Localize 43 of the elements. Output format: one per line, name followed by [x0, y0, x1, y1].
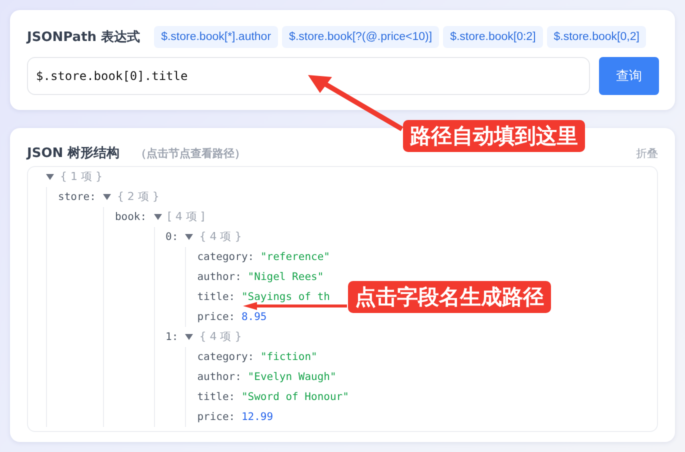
- tree-value: "Sword of Honour": [241, 391, 349, 403]
- hint-text: （点击节点查看路径）: [136, 146, 247, 161]
- caret-icon[interactable]: [185, 233, 194, 241]
- example-chip[interactable]: $.store.book[0:2]: [443, 26, 543, 48]
- input-field[interactable]: $.store.book[0].title: [27, 57, 590, 95]
- tree-key[interactable]: price:: [197, 411, 236, 423]
- tree-key[interactable]: title:: [197, 291, 236, 303]
- tree-key[interactable]: 1:: [166, 331, 178, 343]
- tree-key[interactable]: book:: [114, 211, 147, 223]
- item-count: { 2 项 }: [116, 189, 160, 205]
- query-button[interactable]: 查询: [599, 57, 659, 95]
- tree-key[interactable]: store:: [58, 191, 96, 203]
- tree-key[interactable]: title:: [197, 391, 236, 403]
- callout-label: 路径自动填到这里: [403, 120, 585, 152]
- callout-label: 点击字段名生成路径: [348, 281, 551, 313]
- item-count: [ 4 项 ]: [168, 209, 205, 225]
- arrow-icon: [243, 302, 347, 310]
- tree-key[interactable]: category:: [197, 351, 254, 363]
- tree-key[interactable]: category:: [197, 251, 254, 263]
- caret-icon[interactable]: [154, 213, 162, 221]
- item-count: { 4 项 }: [199, 329, 242, 345]
- tree-value: "fiction": [260, 351, 318, 363]
- tree-value: "Sayings of th: [241, 291, 330, 303]
- arrow-icon: [306, 73, 406, 133]
- tree-value: "Evelyn Waugh": [248, 371, 336, 383]
- example-chip[interactable]: $.store.book[?(@.price<10)]: [282, 26, 440, 48]
- tree-key[interactable]: author:: [197, 271, 242, 283]
- caret-icon[interactable]: [185, 333, 194, 341]
- example-chip[interactable]: $.store.book[*].author: [154, 26, 278, 48]
- panel-title: JSON 树形结构: [27, 145, 120, 162]
- item-count: { 1 项 }: [60, 169, 102, 185]
- tree-key[interactable]: price:: [197, 311, 236, 323]
- tree-value: 12.99: [241, 411, 274, 423]
- item-count: { 4 项 }: [199, 229, 242, 245]
- tree-value: 8.95: [241, 311, 267, 323]
- caret-icon[interactable]: [46, 173, 54, 181]
- tree-value: "Nigel Rees": [248, 271, 324, 283]
- tree-key[interactable]: 0:: [166, 231, 178, 243]
- panel-title: JSONPath 表达式: [27, 29, 140, 46]
- tree-key[interactable]: author:: [197, 371, 242, 383]
- example-chip[interactable]: $.store.book[0,2]: [546, 26, 646, 48]
- tree-value: "reference": [260, 251, 330, 263]
- caret-icon[interactable]: [102, 193, 111, 201]
